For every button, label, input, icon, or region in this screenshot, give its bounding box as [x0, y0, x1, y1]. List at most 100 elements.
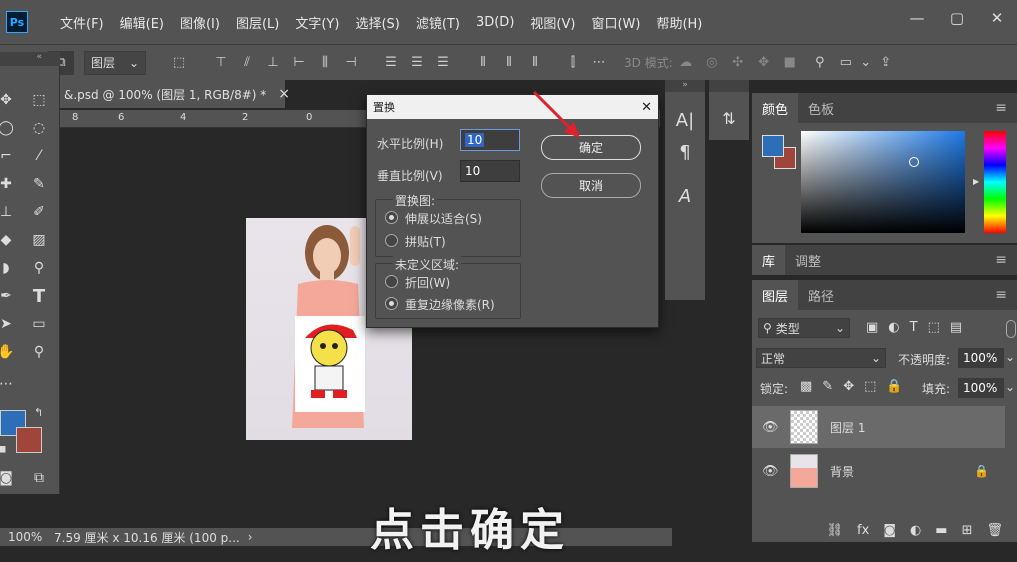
shape-filter-icon[interactable]: ⬚ [928, 320, 940, 335]
align-left-icon[interactable]: ⊢ [286, 51, 312, 75]
layer-row[interactable]: 👁 背景 🔒 [752, 450, 1005, 492]
quick-mask-icon[interactable]: ◙ [0, 466, 18, 490]
lock-all-icon[interactable]: 🔒 [886, 379, 902, 394]
close-tab-icon[interactable]: × [278, 86, 290, 102]
lock-transparency-icon[interactable]: ▩ [800, 379, 812, 394]
align-top-icon[interactable]: ⊤ [208, 51, 234, 75]
photoshop-logo[interactable]: Ps [6, 11, 28, 33]
tab-swatches[interactable]: 色板 [798, 93, 844, 123]
type-filter-icon[interactable]: T [910, 320, 918, 335]
menu-type[interactable]: 文字(Y) [287, 13, 347, 32]
document-tab[interactable]: &.psd @ 100% (图层 1, RGB/8#) * × [60, 80, 290, 108]
adjustment-filter-icon[interactable]: ◐ [888, 320, 899, 335]
swap-colors-icon[interactable]: ↰ [34, 406, 43, 419]
align-vcenter-icon[interactable]: ⫽ [234, 51, 260, 75]
default-colors-icon[interactable]: ◼ [0, 444, 6, 455]
camera-3d-icon[interactable]: ■ [777, 51, 803, 75]
lock-paint-icon[interactable]: ✎ [822, 379, 833, 394]
path-select-tool-icon[interactable]: ➤ [0, 312, 18, 336]
workspace-icon[interactable]: ▭ [833, 51, 859, 75]
dialog-close-button[interactable]: ✕ [641, 100, 652, 115]
hue-slider[interactable] [984, 131, 1006, 233]
new-group-icon[interactable]: ▬ [935, 523, 947, 538]
layer-filter-select[interactable]: ⚲ 类型 ⌄ [758, 318, 850, 338]
adjustment-layer-icon[interactable]: ◐ [910, 523, 921, 538]
distribute-hcenter-icon[interactable]: ⫴ [496, 51, 522, 75]
tab-adjustments[interactable]: 调整 [785, 245, 831, 275]
distribute-left-icon[interactable]: ⫴ [470, 51, 496, 75]
blur-tool-icon[interactable]: ◗ [0, 256, 18, 280]
lock-artboard-icon[interactable]: ⬚ [864, 379, 876, 394]
menu-edit[interactable]: 编辑(E) [112, 13, 172, 32]
close-window-button[interactable]: ✕ [977, 0, 1017, 36]
layer-row[interactable]: 👁 图层 1 [752, 406, 1005, 448]
tab-paths[interactable]: 路径 [798, 280, 844, 310]
gradient-tool-icon[interactable]: ▨ [27, 228, 51, 252]
hue-slider-arrow-icon[interactable]: ▶ [973, 177, 979, 186]
distribute-top-icon[interactable]: ☰ [378, 51, 404, 75]
auto-align-icon[interactable]: ⫿ [560, 51, 586, 75]
eyedropper-tool-icon[interactable]: ⁄ [27, 144, 51, 168]
menu-filter[interactable]: 滤镜(T) [408, 13, 468, 32]
orbit-3d-icon[interactable]: ☁ [673, 51, 699, 75]
repeat-edge-radio[interactable] [385, 297, 398, 310]
wrap-around-label[interactable]: 折回(W) [405, 274, 450, 291]
healing-tool-icon[interactable]: ✚ [0, 172, 18, 196]
cancel-button[interactable]: 取消 [541, 173, 641, 198]
add-mask-icon[interactable]: ◙ [883, 523, 896, 538]
zoom-level[interactable]: 100% [8, 530, 48, 544]
character-panel-icon[interactable]: A| [673, 108, 697, 132]
eye-visibility-icon[interactable]: 👁 [762, 464, 779, 479]
align-hcenter-icon[interactable]: ⫼ [312, 51, 338, 75]
menu-image[interactable]: 图像(I) [172, 13, 228, 32]
chevron-down-icon[interactable]: ⌄ [1005, 350, 1015, 364]
tab-layers[interactable]: 图层 [752, 280, 799, 310]
more-options-icon[interactable]: ⋯ [586, 51, 612, 75]
history-panel-icon[interactable]: ⇅ [717, 106, 741, 130]
h-scale-input[interactable]: 10 [460, 129, 520, 151]
type-tool-icon[interactable]: T [27, 284, 51, 308]
eraser-tool-icon[interactable]: ◆ [0, 228, 18, 252]
opacity-input[interactable]: 100% [958, 348, 1004, 368]
menu-layer[interactable]: 图层(L) [228, 13, 287, 32]
eye-visibility-icon[interactable]: 👁 [762, 420, 779, 435]
layer-name[interactable]: 图层 1 [830, 419, 865, 436]
paragraph-panel-icon[interactable]: ¶ [673, 140, 697, 164]
panel-menu-icon[interactable]: ≡ [985, 93, 1017, 123]
info-menu-arrow[interactable]: › [248, 530, 253, 544]
screen-mode-icon[interactable]: ⧉ [27, 466, 51, 490]
auto-select-target[interactable]: 图层 ⌄ [84, 50, 146, 75]
repeat-edge-label[interactable]: 重复边缘像素(R) [405, 296, 495, 313]
marquee-tool-icon[interactable]: ⬚ [27, 88, 51, 112]
menu-help[interactable]: 帮助(H) [648, 13, 710, 32]
smart-object-filter-icon[interactable]: ▤ [950, 320, 962, 335]
menu-view[interactable]: 视图(V) [522, 13, 583, 32]
distribute-right-icon[interactable]: ⫴ [522, 51, 548, 75]
menu-window[interactable]: 窗口(W) [583, 13, 648, 32]
edit-toolbar-icon[interactable]: ⋯ [0, 372, 18, 396]
background-color-swatch[interactable] [16, 427, 42, 453]
collapse-arrows-icon[interactable]: » [665, 80, 705, 92]
new-layer-icon[interactable]: ⊞ [962, 523, 973, 538]
tab-libraries[interactable]: 库 [752, 245, 786, 275]
distribute-bottom-icon[interactable]: ☰ [430, 51, 456, 75]
drag-3d-icon[interactable]: ✣ [725, 51, 751, 75]
search-icon[interactable]: ⚲ [807, 51, 833, 75]
lock-position-icon[interactable]: ✥ [843, 379, 854, 394]
color-picker-handle[interactable] [909, 157, 919, 167]
foreground-color-swatch[interactable] [762, 135, 784, 157]
transform-controls-icon[interactable]: ⬚ [166, 51, 192, 75]
chevron-down-icon[interactable]: ⌄ [1005, 380, 1015, 394]
tile-radio[interactable] [385, 234, 398, 247]
brush-tool-icon[interactable]: ✎ [27, 172, 51, 196]
stretch-to-fit-radio[interactable] [385, 211, 398, 224]
filter-toggle[interactable] [1006, 320, 1016, 338]
share-icon[interactable]: ⇪ [873, 51, 899, 75]
v-scale-input[interactable]: 10 [460, 160, 520, 182]
pen-tool-icon[interactable]: ✒ [0, 284, 18, 308]
menu-3d[interactable]: 3D(D) [468, 15, 522, 30]
color-field[interactable] [801, 131, 965, 233]
menu-file[interactable]: 文件(F) [52, 13, 112, 32]
align-bottom-icon[interactable]: ⊥ [260, 51, 286, 75]
dodge-tool-icon[interactable]: ⚲ [27, 256, 51, 280]
